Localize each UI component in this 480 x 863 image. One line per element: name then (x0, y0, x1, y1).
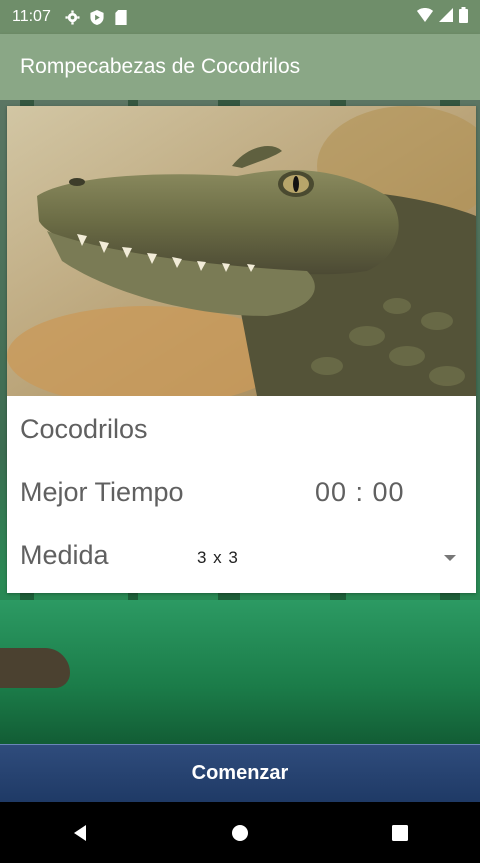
app-bar: Rompecabezas de Cocodrilos (0, 34, 480, 100)
battery-icon (459, 6, 468, 28)
best-time-label: Mejor Tiempo (20, 477, 184, 507)
settings-icon (65, 9, 81, 25)
back-icon[interactable] (60, 813, 100, 853)
status-bar: 11:07 (0, 0, 480, 34)
navigation-bar (0, 802, 480, 863)
size-dropdown-value: 3 x 3 (197, 548, 239, 567)
start-button-label: Comenzar (191, 762, 289, 784)
home-icon[interactable] (220, 813, 260, 853)
dropdown-arrow-icon (444, 555, 456, 561)
app-title: Rompecabezas de Cocodrilos (20, 55, 301, 78)
sd-card-icon (113, 9, 129, 25)
status-time: 11:07 (12, 8, 51, 25)
signal-icon (439, 7, 453, 27)
start-button[interactable]: Comenzar (0, 744, 480, 802)
puzzle-card: Cocodrilos Mejor Tiempo 00 : 00 Medida 3… (7, 106, 476, 593)
crocodile-photo[interactable] (7, 106, 476, 396)
puzzle-name: Cocodrilos (20, 414, 148, 444)
size-label: Medida (20, 540, 109, 570)
best-time-value: 00 : 00 (315, 477, 405, 507)
recents-icon[interactable] (380, 813, 420, 853)
wifi-icon (417, 7, 433, 27)
size-dropdown[interactable]: 3 x 3 (197, 542, 462, 574)
shield-icon (89, 9, 105, 25)
